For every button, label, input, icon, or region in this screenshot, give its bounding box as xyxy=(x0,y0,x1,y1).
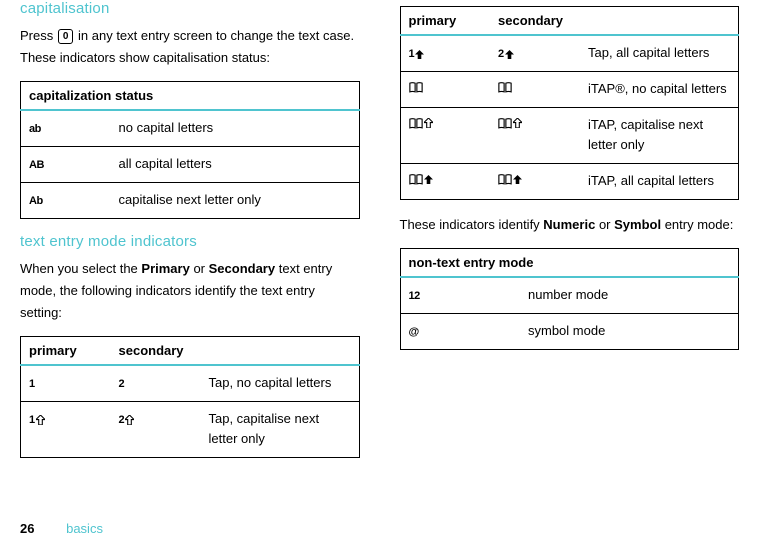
table-cap-status: capitalization status ab no capital lett… xyxy=(20,81,360,218)
cell-desc: iTAP, all capital letters xyxy=(580,164,739,200)
cell-desc: Tap, no capital letters xyxy=(201,365,360,401)
indicator-book2-up-outline-icon xyxy=(498,118,522,129)
table-row: iTAP®, no capital letters xyxy=(400,71,739,107)
para-nontext: These indicators identify Numeric or Sym… xyxy=(400,214,740,236)
col-primary: primary xyxy=(400,7,490,36)
text: or xyxy=(595,217,614,232)
indicator-1-up-solid-icon: 1 xyxy=(409,46,425,64)
text: or xyxy=(190,261,209,276)
table-mode-right: primary secondary 1 2 Tap, all capital l… xyxy=(400,6,740,200)
table-row: Ab capitalise next letter only xyxy=(21,182,360,218)
page-footer: 26 basics xyxy=(20,521,103,536)
table-row: ab no capital letters xyxy=(21,110,360,146)
cell-desc: Tap, all capital letters xyxy=(580,35,739,71)
indicator-12-icon: 12 xyxy=(409,288,420,306)
table-header: capitalization status xyxy=(21,82,360,111)
cell-desc: capitalise next letter only xyxy=(111,182,360,218)
indicator-book1-up-outline-icon xyxy=(409,118,433,129)
heading-capitalisation: capitalisation xyxy=(20,0,360,17)
indicator-ab-icon: ab xyxy=(29,121,41,139)
indicator-book2-up-solid-icon xyxy=(498,174,522,185)
table-row: 1 2 Tap, all capital letters xyxy=(400,35,739,71)
section-name: basics xyxy=(66,521,103,536)
cell-desc: number mode xyxy=(520,277,739,313)
table-nontext: non-text entry mode 12 number mode @ sym… xyxy=(400,248,740,350)
cell-desc: iTAP, capitalise next letter only xyxy=(580,107,739,164)
indicator-Ab-icon: Ab xyxy=(29,193,43,211)
text: These indicators identify xyxy=(400,217,544,232)
key-zero-icon: 0 xyxy=(58,29,74,44)
indicator-book1-icon xyxy=(409,82,423,93)
indicator-AB-icon: AB xyxy=(29,157,44,175)
cell-desc: all capital letters xyxy=(111,146,360,182)
col-primary: primary xyxy=(21,336,111,365)
table-row: 1 2 Tap, capitalise next letter only xyxy=(21,401,360,458)
indicator-2-icon: 2 xyxy=(119,376,125,394)
table-row: iTAP, all capital letters xyxy=(400,164,739,200)
label-secondary: Secondary xyxy=(209,261,275,276)
table-row: 1 2 Tap, no capital letters xyxy=(21,365,360,401)
heading-text-entry-mode: text entry mode indicators xyxy=(20,233,360,250)
indicator-1-icon: 1 xyxy=(29,376,35,394)
label-numeric: Numeric xyxy=(543,217,595,232)
indicator-2-up-solid-icon: 2 xyxy=(498,46,514,64)
cell-desc: iTAP®, no capital letters xyxy=(580,71,739,107)
table-row: iTAP, capitalise next letter only xyxy=(400,107,739,164)
indicator-at-icon: @ xyxy=(409,324,419,342)
text: entry mode: xyxy=(661,217,733,232)
text: Press xyxy=(20,28,57,43)
para-text-entry-mode: When you select the Primary or Secondary… xyxy=(20,258,360,324)
indicator-book1-up-solid-icon xyxy=(409,174,433,185)
table-row: AB all capital letters xyxy=(21,146,360,182)
label-primary: Primary xyxy=(141,261,189,276)
page-number: 26 xyxy=(20,521,34,536)
cell-desc: symbol mode xyxy=(520,313,739,349)
indicator-1-up-outline-icon: 1 xyxy=(29,412,45,430)
table-row: 12 number mode xyxy=(400,277,739,313)
col-secondary: secondary xyxy=(490,7,739,36)
col-secondary: secondary xyxy=(111,336,360,365)
para-capitalisation: Press 0 in any text entry screen to chan… xyxy=(20,25,360,69)
table-mode-left: primary secondary 1 2 Tap, no capital le… xyxy=(20,336,360,458)
cell-desc: no capital letters xyxy=(111,110,360,146)
cell-desc: Tap, capitalise next letter only xyxy=(201,401,360,458)
text: When you select the xyxy=(20,261,141,276)
table-row: @ symbol mode xyxy=(400,313,739,349)
indicator-2-up-outline-icon: 2 xyxy=(119,412,135,430)
table-header: non-text entry mode xyxy=(400,249,739,278)
label-symbol: Symbol xyxy=(614,217,661,232)
indicator-book2-icon xyxy=(498,82,512,93)
